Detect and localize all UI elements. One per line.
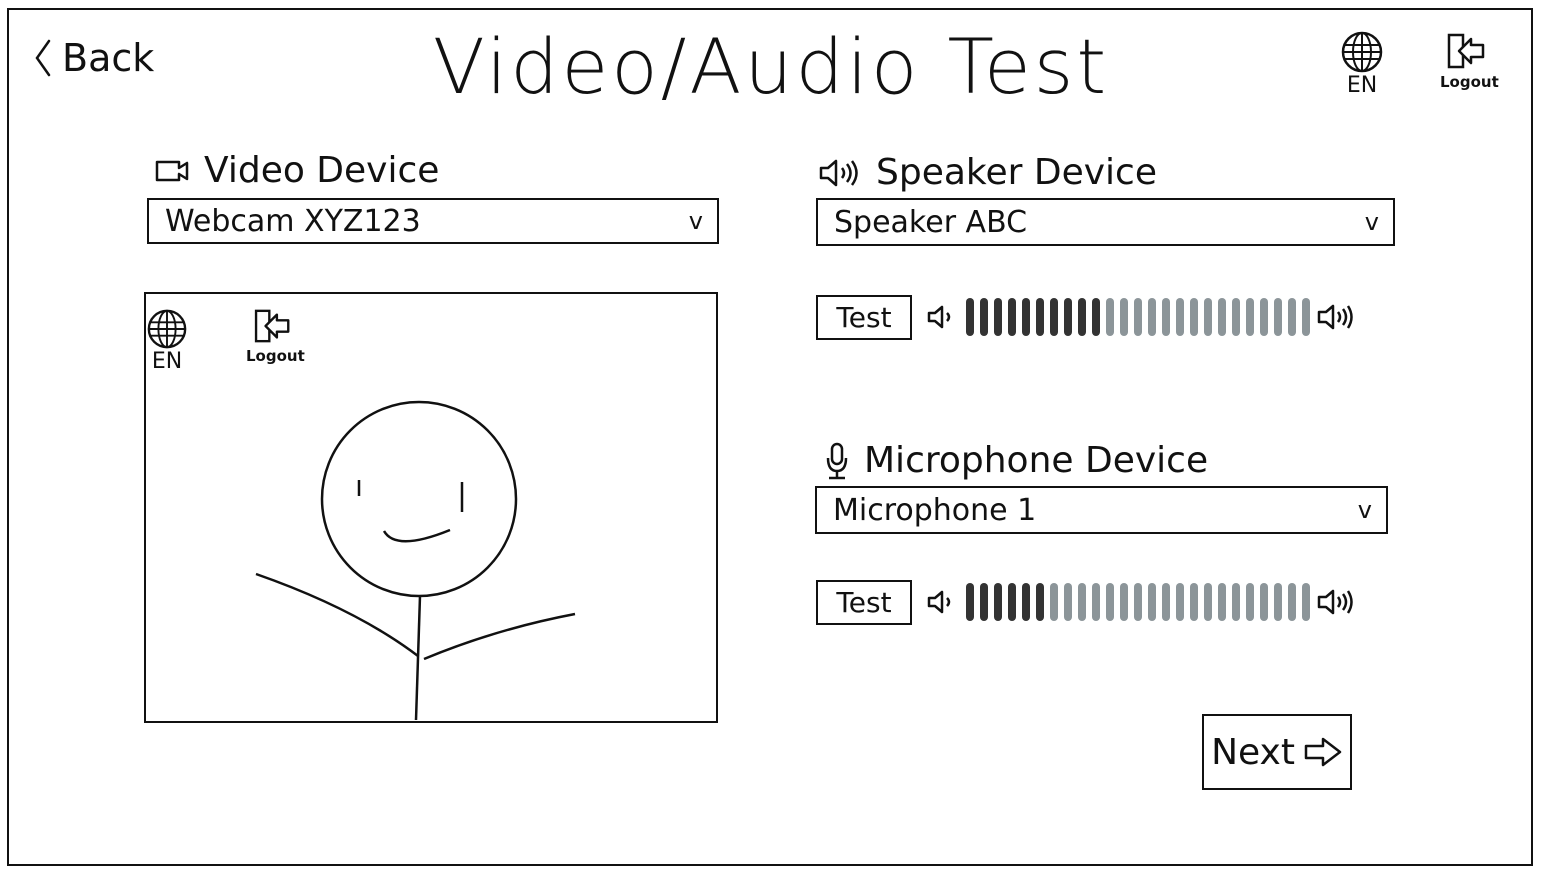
level-bar (1204, 583, 1212, 621)
level-bar (1246, 583, 1254, 621)
speaker-device-label: Speaker Device (876, 152, 1157, 193)
logout-icon (1448, 33, 1485, 69)
level-bar (1022, 298, 1030, 336)
video-device-label: Video Device (204, 150, 440, 191)
level-bar (1190, 583, 1198, 621)
person-sketch (255, 400, 576, 721)
level-bar (1218, 583, 1226, 621)
logout-button[interactable]: Logout (1440, 32, 1499, 94)
level-bar (980, 583, 988, 621)
level-bar (1134, 298, 1142, 336)
level-bar (966, 583, 974, 621)
level-bar (1120, 298, 1128, 336)
level-bar (1092, 298, 1100, 336)
level-bar (1176, 583, 1184, 621)
level-bar (1274, 583, 1282, 621)
speaker-test-button[interactable]: Test (816, 295, 912, 340)
level-bar (1092, 583, 1100, 621)
level-bar (1176, 298, 1184, 336)
level-bar (994, 583, 1002, 621)
speaker-level-bars (966, 298, 1310, 336)
level-bar (1204, 298, 1212, 336)
volume-high-icon (1317, 304, 1353, 330)
level-bar (1148, 583, 1156, 621)
microphone-test-button[interactable]: Test (816, 580, 912, 625)
speaker-level-meter (926, 298, 1356, 336)
chevron-down-icon: v (688, 207, 703, 235)
microphone-test-label: Test (836, 586, 892, 619)
arrow-right-icon (1304, 737, 1342, 767)
level-bar (1064, 298, 1072, 336)
level-bar (1274, 298, 1282, 336)
level-bar (1288, 298, 1296, 336)
microphone-device-label: Microphone Device (864, 440, 1209, 481)
level-bar (1106, 298, 1114, 336)
volume-low-icon (927, 305, 951, 329)
speaker-device-select[interactable]: Speaker ABC v (816, 198, 1395, 246)
level-bar (1134, 583, 1142, 621)
level-bar (1232, 298, 1240, 336)
next-button[interactable]: Next (1202, 714, 1352, 790)
level-bar (994, 298, 1002, 336)
chevron-down-icon: v (1357, 496, 1372, 524)
video-preview: EN Logout (144, 292, 718, 723)
camera-icon (155, 160, 189, 181)
video-device-value: Webcam XYZ123 (165, 203, 421, 239)
speaker-device-value: Speaker ABC (834, 204, 1028, 240)
level-bar (1162, 298, 1170, 336)
level-bar (1078, 583, 1086, 621)
level-bar (1302, 583, 1310, 621)
level-bar (1302, 298, 1310, 336)
level-bar (1246, 298, 1254, 336)
level-bar (1036, 583, 1044, 621)
microphone-device-select[interactable]: Microphone 1 v (815, 486, 1388, 534)
level-bar (1022, 583, 1030, 621)
level-bar (1078, 298, 1086, 336)
level-bar (1288, 583, 1296, 621)
level-bar (1064, 583, 1072, 621)
level-bar (1190, 298, 1198, 336)
video-device-select[interactable]: Webcam XYZ123 v (147, 198, 719, 244)
level-bar (1162, 583, 1170, 621)
level-bar (1008, 298, 1016, 336)
level-bar (1260, 298, 1268, 336)
speaker-test-label: Test (836, 301, 892, 334)
level-bar (966, 298, 974, 336)
chevron-down-icon: v (1364, 208, 1379, 236)
level-bar (1050, 583, 1058, 621)
volume-high-icon (1317, 589, 1353, 615)
level-bar (1008, 583, 1016, 621)
language-button[interactable]: EN (1340, 30, 1384, 98)
level-bar (1036, 298, 1044, 336)
level-bar (1120, 583, 1128, 621)
level-bar (1148, 298, 1156, 336)
level-bar (980, 298, 988, 336)
page-title: Video/Audio Test (432, 22, 1110, 111)
microphone-level-meter (926, 583, 1356, 621)
microphone-device-value: Microphone 1 (833, 492, 1037, 528)
video-device-heading: Video Device (154, 150, 439, 191)
microphone-level-bars (966, 583, 1310, 621)
microphone-device-heading: Microphone Device (824, 440, 1208, 481)
volume-low-icon (927, 590, 951, 614)
level-bar (1106, 583, 1114, 621)
globe-icon (1341, 31, 1383, 73)
level-bar (1232, 583, 1240, 621)
microphone-icon (826, 442, 848, 479)
level-bar (1260, 583, 1268, 621)
level-bar (1218, 298, 1226, 336)
next-label: Next (1211, 731, 1295, 773)
speaker-icon (819, 159, 858, 186)
speaker-device-heading: Speaker Device (818, 152, 1157, 193)
logout-label: Logout (1440, 73, 1499, 91)
language-label: EN (1346, 73, 1378, 98)
level-bar (1050, 298, 1058, 336)
